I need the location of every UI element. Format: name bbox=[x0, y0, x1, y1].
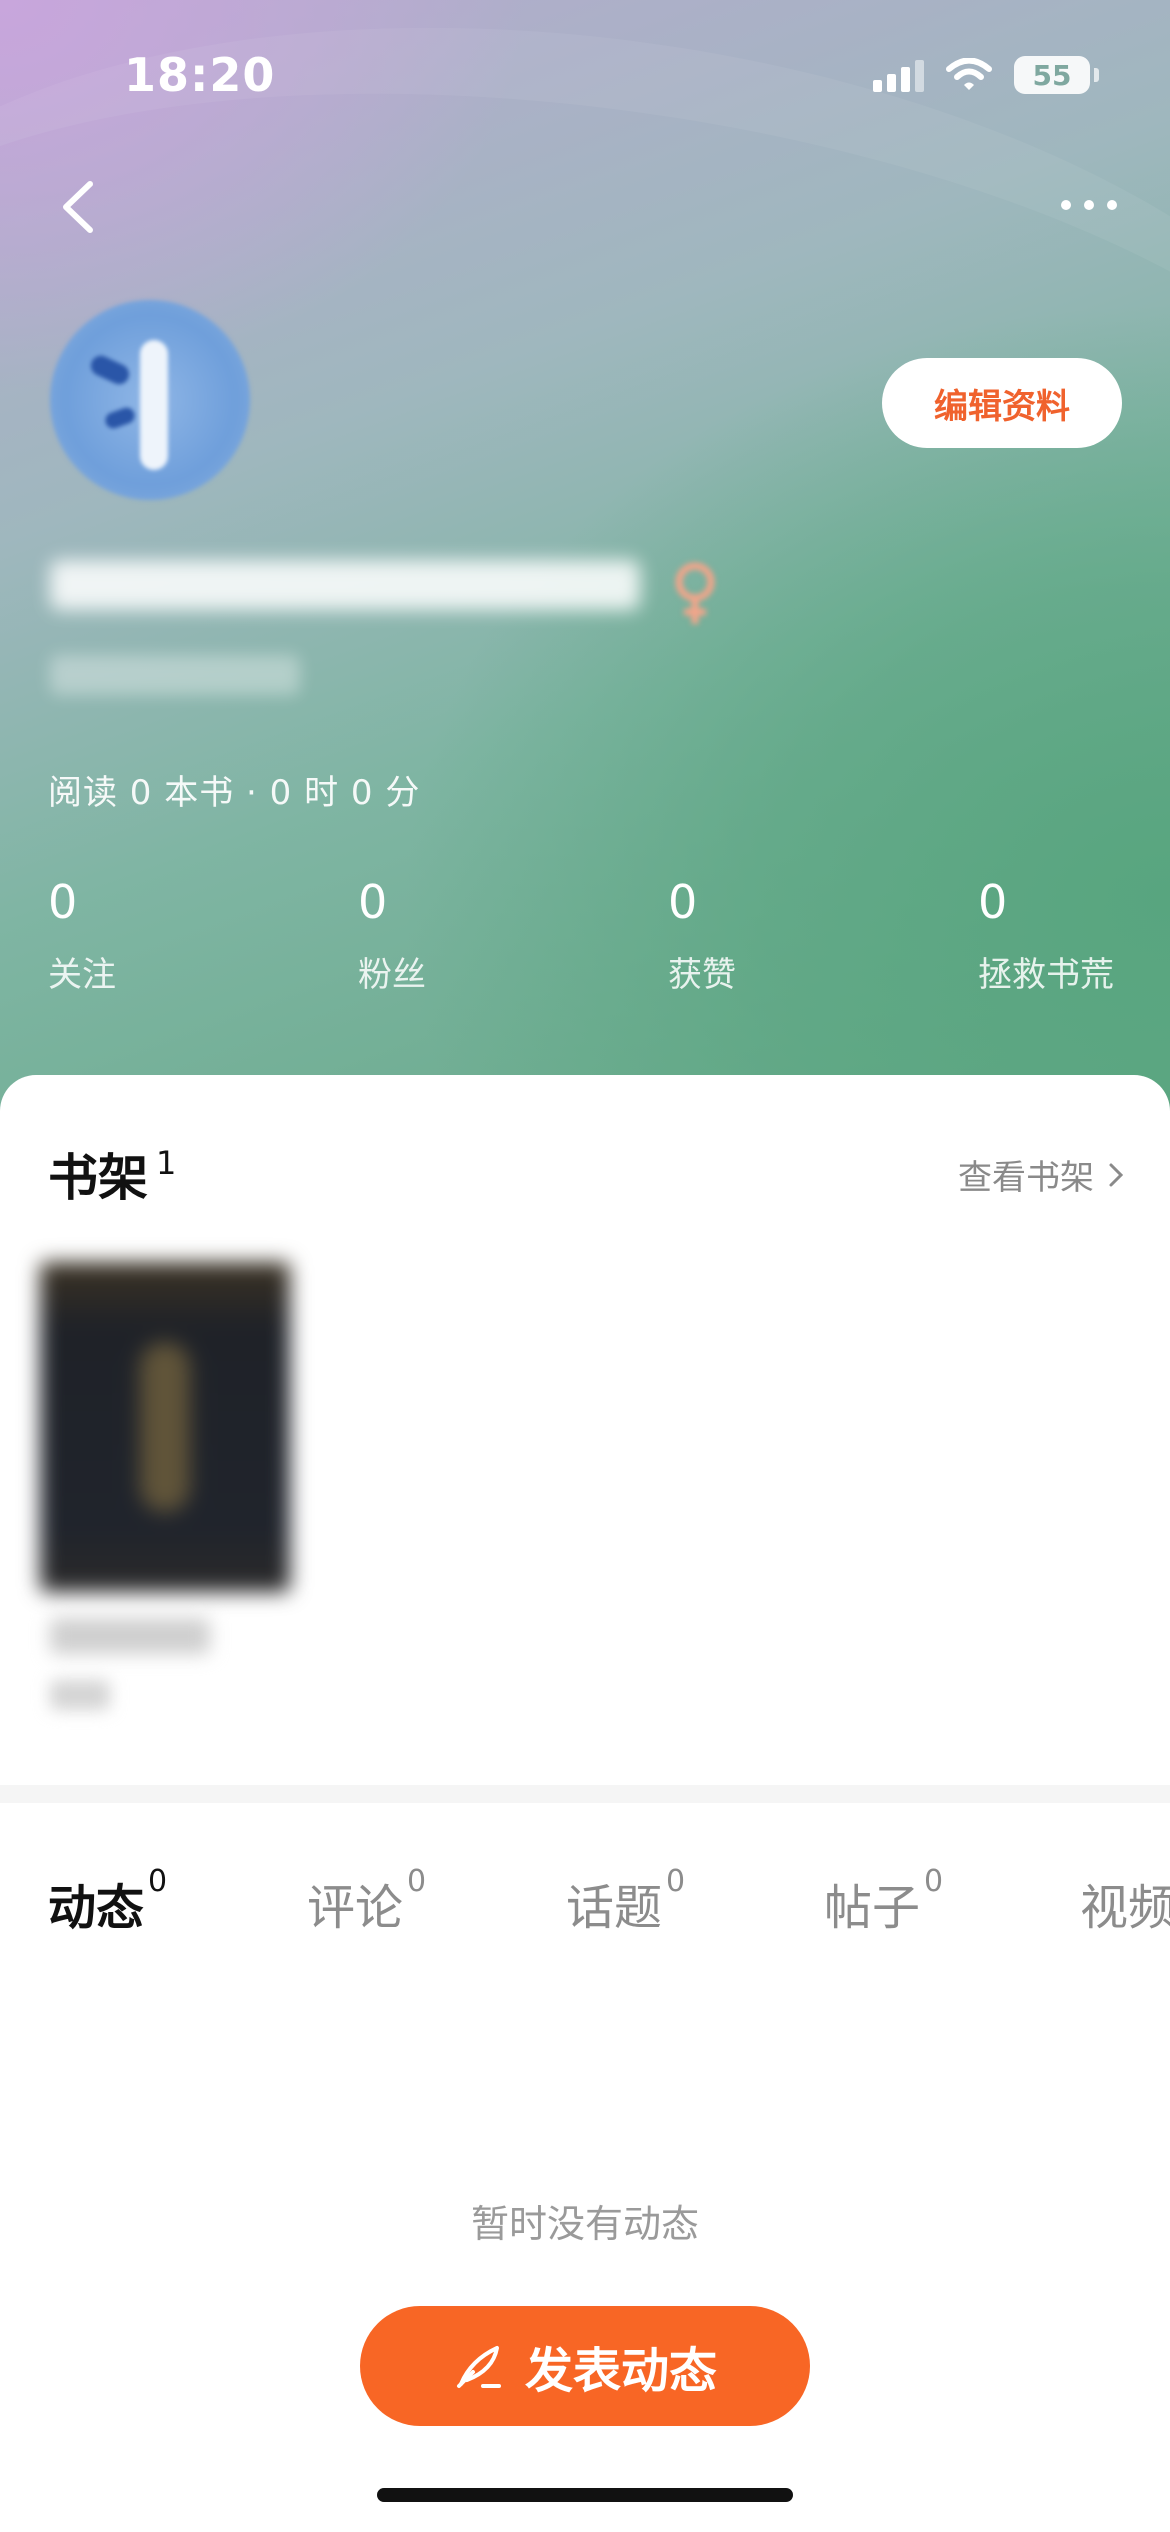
more-icon bbox=[1061, 200, 1117, 210]
book-subtitle-blurred bbox=[50, 1680, 110, 1710]
bookshelf-count: 1 bbox=[156, 1144, 177, 1182]
tab-count: 0 bbox=[407, 1864, 427, 1899]
home-indicator[interactable] bbox=[377, 2488, 793, 2502]
more-button[interactable] bbox=[1054, 185, 1124, 225]
tab-moments[interactable]: 动态 0 bbox=[48, 1864, 167, 1938]
tab-label: 动态 bbox=[48, 1880, 145, 1936]
tab-posts[interactable]: 帖子 0 bbox=[824, 1864, 943, 1938]
back-icon bbox=[63, 181, 93, 233]
likes-count[interactable]: 0 获赞 bbox=[668, 875, 736, 996]
user-id-blurred bbox=[50, 655, 300, 695]
status-icons: 55 bbox=[873, 56, 1099, 94]
post-moment-button[interactable]: 发表动态 bbox=[360, 2306, 810, 2426]
tab-label: 评论 bbox=[307, 1880, 404, 1936]
view-bookshelf-link[interactable]: 查看书架 bbox=[958, 1150, 1124, 1199]
tab-videos[interactable]: 视频 bbox=[1080, 1868, 1170, 1938]
count-value: 0 bbox=[978, 875, 1008, 929]
empty-state-text: 暂时没有动态 bbox=[470, 2202, 699, 2246]
signal-icon bbox=[873, 58, 924, 92]
tab-count: 0 bbox=[148, 1864, 168, 1899]
chevron-right-icon bbox=[1109, 1163, 1124, 1186]
profile-page: 18:20 55 编辑资料 阅读 0 本书 · 0 时 0 分 0 关注 0 粉… bbox=[0, 0, 1170, 2532]
count-label: 拯救书荒 bbox=[978, 955, 1114, 995]
wifi-icon bbox=[946, 58, 992, 90]
count-label: 关注 bbox=[48, 955, 116, 995]
book-title-blurred bbox=[50, 1618, 210, 1654]
tab-label: 视频 bbox=[1080, 1880, 1170, 1936]
tab-topics[interactable]: 话题 0 bbox=[566, 1864, 685, 1938]
profile-counts: 0 关注 0 粉丝 0 获赞 0 拯救书荒 bbox=[48, 875, 1170, 1015]
bookshelf-title: 书架 bbox=[48, 1149, 148, 1207]
battery-icon: 55 bbox=[1014, 56, 1099, 94]
back-button[interactable] bbox=[50, 170, 110, 240]
view-bookshelf-label: 查看书架 bbox=[958, 1158, 1094, 1198]
tab-label: 话题 bbox=[566, 1880, 663, 1936]
count-label: 粉丝 bbox=[358, 955, 426, 995]
followers-count[interactable]: 0 粉丝 bbox=[358, 875, 426, 996]
section-divider bbox=[0, 1785, 1170, 1803]
tab-count: 0 bbox=[924, 1864, 944, 1899]
following-count[interactable]: 0 关注 bbox=[48, 875, 116, 996]
tab-label: 帖子 bbox=[824, 1880, 921, 1936]
count-value: 0 bbox=[668, 875, 698, 929]
rescue-count[interactable]: 0 拯救书荒 bbox=[978, 875, 1114, 996]
battery-level: 55 bbox=[1032, 58, 1072, 92]
book-cover[interactable] bbox=[40, 1262, 290, 1592]
tab-count: 0 bbox=[666, 1864, 686, 1899]
count-value: 0 bbox=[48, 875, 78, 929]
post-button-label: 发表动态 bbox=[524, 2343, 717, 2399]
edit-profile-button[interactable]: 编辑资料 bbox=[882, 358, 1122, 448]
nickname-blurred bbox=[50, 560, 650, 620]
female-icon bbox=[675, 562, 715, 624]
avatar[interactable] bbox=[50, 300, 250, 500]
pen-icon bbox=[456, 2346, 501, 2388]
count-value: 0 bbox=[358, 875, 388, 929]
status-time: 18:20 bbox=[124, 48, 276, 102]
tab-comments[interactable]: 评论 0 bbox=[307, 1864, 426, 1938]
reading-stats: 阅读 0 本书 · 0 时 0 分 bbox=[48, 773, 421, 813]
count-label: 获赞 bbox=[668, 955, 736, 995]
